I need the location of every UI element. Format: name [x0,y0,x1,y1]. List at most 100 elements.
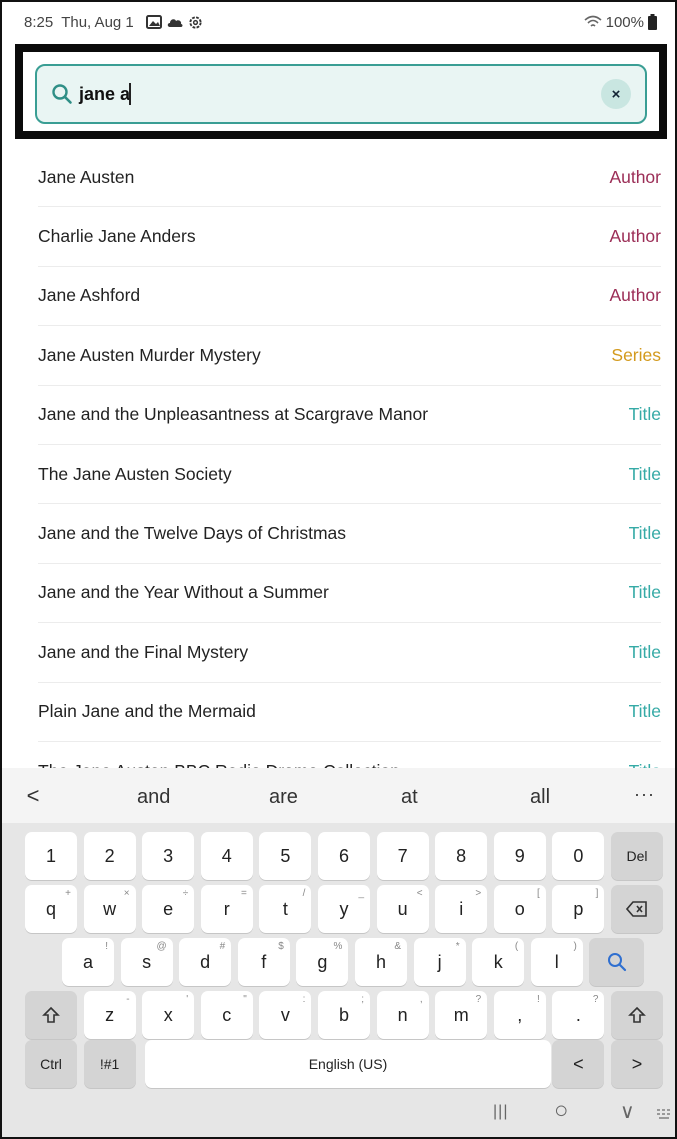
key-num[interactable]: 9 [493,832,546,880]
back-button[interactable]: ∨ [620,1099,635,1124]
system-navigation-bar: ||| ○ ∨ [2,1091,675,1137]
key-letter[interactable]: n, [376,991,429,1039]
key-letter[interactable]: a! [62,938,114,986]
key-num[interactable]: 1 [25,832,77,880]
clear-search-button[interactable]: × [601,79,631,109]
key-letter[interactable]: s @ [120,938,173,986]
key-letter[interactable]: q + [25,885,77,933]
key-letter[interactable]: t / [259,885,312,933]
result-row[interactable]: Jane and the Unpleasantness at Scargrave… [38,386,661,445]
key-letter[interactable]: w × [83,885,136,933]
key-letter[interactable]: ,! [493,991,546,1039]
key-letter[interactable]: r = [200,885,253,933]
key-letter[interactable]: y _ [318,885,370,933]
shift-icon [628,1006,646,1023]
result-row[interactable]: Jane and the Final Mystery Title [38,623,661,683]
delete-key-label: Del [626,848,648,864]
keyboard-hide-icon[interactable] [657,1109,671,1121]
result-row[interactable]: Jane and the Twelve Days of Christmas Tit… [38,504,661,564]
suggestion-and[interactable]: and [137,786,170,809]
key-letter-alt-char: × [123,888,130,899]
key-letter[interactable]: x ' [142,991,195,1039]
more-options-icon[interactable]: ··· [634,784,655,805]
result-row[interactable]: Jane Austen Author [38,148,661,208]
search-results-list: Jane Austen Author Charlie Jane Anders Auth… [38,148,661,768]
key-letter-label: e [163,898,174,919]
result-row[interactable]: Charlie Jane Anders Author [38,207,661,267]
key-letter[interactable]: d # [179,938,232,986]
key-num-label: 5 [280,845,291,866]
symbols-key[interactable]: !#1 [83,1040,136,1088]
backspace-icon [626,901,647,917]
key-letter-label: v [280,1004,290,1025]
backspace-key[interactable] [611,885,663,933]
key-letter[interactable]: e ÷ [142,885,195,933]
key-num-label: 6 [338,845,349,866]
space-key[interactable]: English (US) [145,1040,551,1088]
key-letter[interactable]: p] [552,885,605,933]
key-letter-alt-char: , [419,994,423,1005]
key-letter[interactable]: u < [376,885,429,933]
search-key[interactable] [589,938,644,986]
status-bar: 8:25 Thu, Aug 1 100% [2,2,675,42]
key-letter[interactable]: m? [435,991,488,1039]
search-icon [52,84,72,104]
key-num[interactable]: 5 [259,832,312,880]
recents-button[interactable]: ||| [493,1103,508,1121]
result-row[interactable]: Jane and the Year Without a Summer Title [38,564,661,624]
key-letter[interactable]: v: [259,991,312,1039]
keyboard-suggestion-bar: < and are at all ··· [2,768,675,823]
key-letter-label: j [437,951,442,972]
key-letter-label: r [223,898,230,919]
battery-percent: 100% [605,13,644,31]
key-num[interactable]: 2 [83,832,136,880]
key-letter[interactable]: c " [200,991,253,1039]
key-letter[interactable]: l) [530,938,583,986]
key-num-label: 7 [397,845,408,866]
status-time: 8:25 [24,13,54,31]
result-kind-label: Title [628,463,661,484]
key-num[interactable]: 7 [376,832,429,880]
search-input[interactable]: jane a × [35,64,647,124]
key-letter-alt-char: % [333,941,343,952]
delete-key[interactable]: Del [611,832,663,880]
status-left: 8:25 Thu, Aug 1 [24,14,203,31]
key-num[interactable]: 8 [435,832,488,880]
key-num[interactable]: 3 [142,832,195,880]
ctrl-key[interactable]: Ctrl [25,1040,77,1088]
cursor-left-key[interactable]: < [552,1040,605,1088]
key-letter-alt-char: ) [573,941,577,952]
cursor-left-key-label: < [573,1053,584,1074]
key-letter-alt-char: = [240,888,247,899]
result-row[interactable]: Plain Jane and the Mermaid Title [38,683,661,742]
key-letter[interactable]: .? [552,991,605,1039]
home-button[interactable]: ○ [554,1097,569,1125]
key-letter[interactable]: k( [472,938,525,986]
suggestion-are[interactable]: are [269,786,298,809]
result-row[interactable]: Jane Austen Murder Mystery Series [38,326,661,386]
key-letter[interactable]: z- [83,991,136,1039]
key-letter-label: k [493,951,503,972]
key-letter[interactable]: b; [318,991,370,1039]
shift-key-right[interactable] [611,991,663,1039]
ctrl-key-label: Ctrl [40,1056,62,1072]
key-letter[interactable]: h & [355,938,407,986]
suggestion-all[interactable]: all [530,786,550,809]
key-num[interactable]: 0 [552,832,605,880]
key-letter[interactable]: i > [435,885,488,933]
wifi-icon [584,15,602,27]
cursor-right-key[interactable]: > [611,1040,663,1088]
key-letter[interactable]: j * [413,938,466,986]
suggestion-back-button[interactable]: < [2,783,64,809]
suggestion-at[interactable]: at [401,786,418,809]
result-name: Jane Austen [38,166,135,187]
result-row[interactable]: The Jane Austen Society Title [38,445,661,505]
key-num[interactable]: 4 [200,832,253,880]
result-row[interactable]: Jane Ashford Author [38,267,661,327]
key-letter[interactable]: g% [296,938,349,986]
shift-key-left[interactable] [25,991,77,1039]
key-letter[interactable]: o[ [493,885,546,933]
key-num[interactable]: 6 [318,832,370,880]
key-letter[interactable]: f $ [237,938,290,986]
result-row[interactable]: The Jane Austen BBC Radio Drama Collecti… [38,742,661,768]
